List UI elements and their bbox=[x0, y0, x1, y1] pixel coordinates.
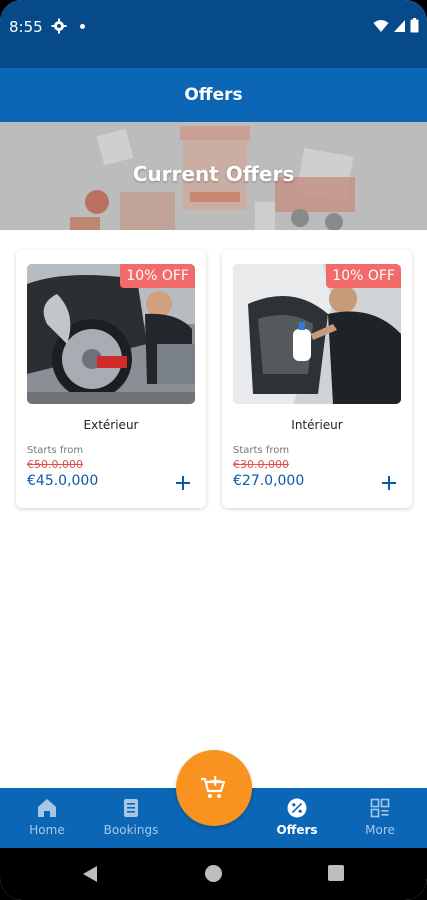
offers-banner: Current Offers bbox=[0, 122, 427, 230]
nav-more[interactable]: More bbox=[345, 788, 415, 848]
notification-dot-icon bbox=[80, 24, 85, 29]
nav-bookings[interactable]: Bookings bbox=[96, 788, 166, 848]
nav-home[interactable]: Home bbox=[12, 788, 82, 848]
nav-more-label: More bbox=[365, 823, 395, 837]
discounted-price: €45.0,000 bbox=[27, 473, 99, 489]
battery-icon bbox=[410, 18, 419, 33]
home-circle-icon[interactable] bbox=[205, 865, 222, 882]
page-title: Offers bbox=[184, 85, 243, 105]
app-bar: Offers bbox=[0, 68, 427, 122]
cart-add-icon bbox=[201, 776, 226, 798]
discount-badge: 10% OFF bbox=[326, 264, 401, 288]
system-nav-bar bbox=[0, 848, 427, 900]
gear-icon bbox=[51, 18, 67, 34]
discount-badge: 10% OFF bbox=[120, 264, 195, 288]
nav-offers-label: Offers bbox=[276, 823, 318, 837]
screen: 8:55 Offers Current Offers 10% OFF Extér… bbox=[0, 0, 427, 900]
back-icon[interactable] bbox=[82, 865, 98, 883]
wifi-icon bbox=[373, 19, 389, 32]
starts-from-label: Starts from bbox=[27, 445, 84, 456]
original-price: €30.0,000 bbox=[233, 458, 289, 471]
nav-home-label: Home bbox=[29, 823, 65, 837]
status-icons bbox=[373, 18, 419, 33]
offer-image: 10% OFF bbox=[233, 264, 401, 404]
signal-icon bbox=[394, 19, 405, 32]
cart-fab-button[interactable] bbox=[176, 750, 252, 826]
offer-image: 10% OFF bbox=[27, 264, 195, 404]
status-bar: 8:55 bbox=[0, 0, 427, 68]
offer-name: Intérieur bbox=[291, 418, 343, 432]
nav-offers[interactable]: Offers bbox=[262, 788, 332, 848]
status-time: 8:55 bbox=[9, 18, 43, 36]
offer-name: Extérieur bbox=[83, 418, 139, 432]
add-icon[interactable] bbox=[380, 474, 398, 492]
offer-card[interactable]: 10% OFF Extérieur Starts from €50.0,000 … bbox=[16, 250, 206, 508]
nav-bookings-label: Bookings bbox=[103, 823, 159, 837]
discounted-price: €27.0,000 bbox=[233, 473, 305, 489]
more-grid-icon bbox=[370, 798, 390, 818]
offer-card[interactable]: 10% OFF Intérieur Starts from €30.0,000 … bbox=[222, 250, 412, 508]
recents-square-icon[interactable] bbox=[328, 865, 344, 881]
offers-percent-icon bbox=[287, 798, 307, 818]
add-icon[interactable] bbox=[174, 474, 192, 492]
banner-title: Current Offers bbox=[132, 162, 295, 186]
bookings-icon bbox=[124, 799, 138, 817]
home-icon bbox=[38, 799, 56, 817]
original-price: €50.0,000 bbox=[27, 458, 83, 471]
starts-from-label: Starts from bbox=[233, 445, 290, 456]
